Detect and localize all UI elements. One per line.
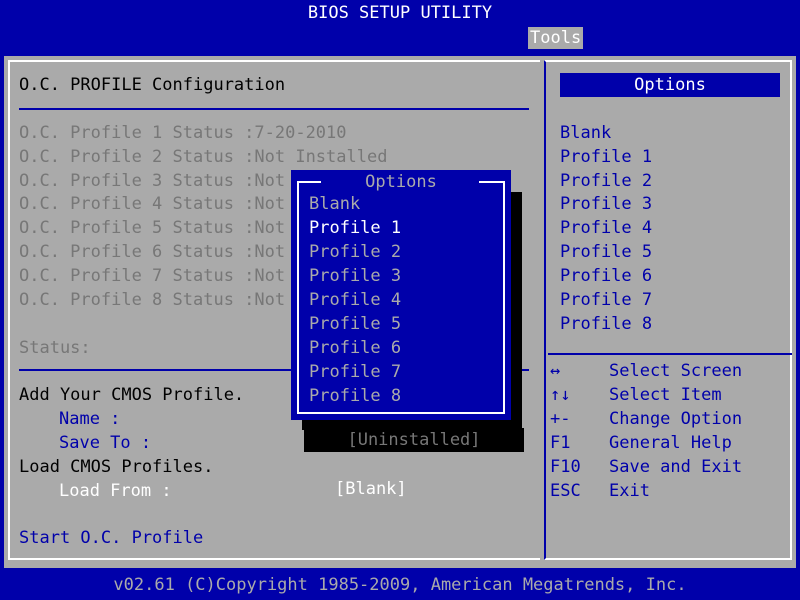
section-title: O.C. PROFILE Configuration [19,75,286,95]
profile-8-status: O.C. Profile 8 Status :Not [19,290,286,310]
key-arrows-lr-icon: ↔ [550,361,561,381]
copyright-footer: v02.61 (C)Copyright 1985-2009, American … [0,572,800,600]
popup-option-profile-8[interactable]: Profile 8 [309,384,401,408]
load-from-field[interactable]: Load From : [59,479,172,503]
save-to-field[interactable]: Save To : [59,431,151,455]
key-arrows-ud-icon: ↑↓ [550,385,571,405]
popup-option-profile-7[interactable]: Profile 7 [309,360,401,384]
options-popup[interactable]: Options Blank Profile 1 Profile 2 Profil… [291,170,511,420]
profile-4-status: O.C. Profile 4 Status :Not [19,194,286,214]
load-from-value[interactable]: [Blank] [335,477,407,501]
option-profile-1: Profile 1 [560,147,653,167]
help-select-screen: Select Screen [609,361,743,381]
profile-2-status: O.C. Profile 2 Status :Not Installed [19,147,388,167]
key-f10: F10 [550,457,581,477]
option-profile-4: Profile 4 [560,218,653,238]
option-profile-2: Profile 2 [560,171,653,191]
popup-title: Options [365,172,437,192]
option-profile-7: Profile 7 [560,290,653,310]
help-save-exit: Save and Exit [609,457,743,477]
profile-7-status: O.C. Profile 7 Status :Not [19,266,286,286]
option-profile-8: Profile 8 [560,314,653,334]
profile-6-status: O.C. Profile 6 Status :Not [19,242,286,262]
tab-bar: Tools [0,26,800,50]
help-exit: Exit [609,481,650,501]
save-to-value[interactable]: [Uninstalled] [304,428,524,452]
option-profile-3: Profile 3 [560,194,653,214]
help-general-help: General Help [609,433,732,453]
profile-5-status: O.C. Profile 5 Status :Not [19,218,286,238]
name-field[interactable]: Name : [59,407,120,431]
help-divider [548,353,792,355]
popup-option-profile-2[interactable]: Profile 2 [309,240,401,264]
option-blank: Blank [560,123,612,143]
key-f1: F1 [550,433,571,453]
load-profile-heading: Load CMOS Profiles. [19,457,214,477]
popup-option-profile-4[interactable]: Profile 4 [309,288,401,312]
popup-option-profile-5[interactable]: Profile 5 [309,312,401,336]
start-oc-profile[interactable]: Start O.C. Profile [19,526,203,550]
add-profile-heading: Add Your CMOS Profile. [19,385,245,405]
popup-option-blank[interactable]: Blank [309,192,360,216]
help-change-option: Change Option [609,409,743,429]
tab-tools[interactable]: Tools [528,27,584,49]
profile-1-status: O.C. Profile 1 Status :7-20-2010 [19,123,347,143]
help-select-item: Select Item [609,385,722,405]
key-esc: ESC [550,481,581,501]
window-title: BIOS SETUP UTILITY [0,0,800,26]
section-divider [19,108,529,110]
profile-3-status: O.C. Profile 3 Status :Not [19,171,286,191]
popup-option-profile-3[interactable]: Profile 3 [309,264,401,288]
popup-option-profile-6[interactable]: Profile 6 [309,336,401,360]
key-plus-minus: +- [550,409,571,429]
popup-option-profile-1[interactable]: Profile 1 [309,216,401,240]
option-profile-6: Profile 6 [560,266,653,286]
options-header: Options [560,73,780,97]
status-label: Status: [19,338,91,358]
option-profile-5: Profile 5 [560,242,653,262]
